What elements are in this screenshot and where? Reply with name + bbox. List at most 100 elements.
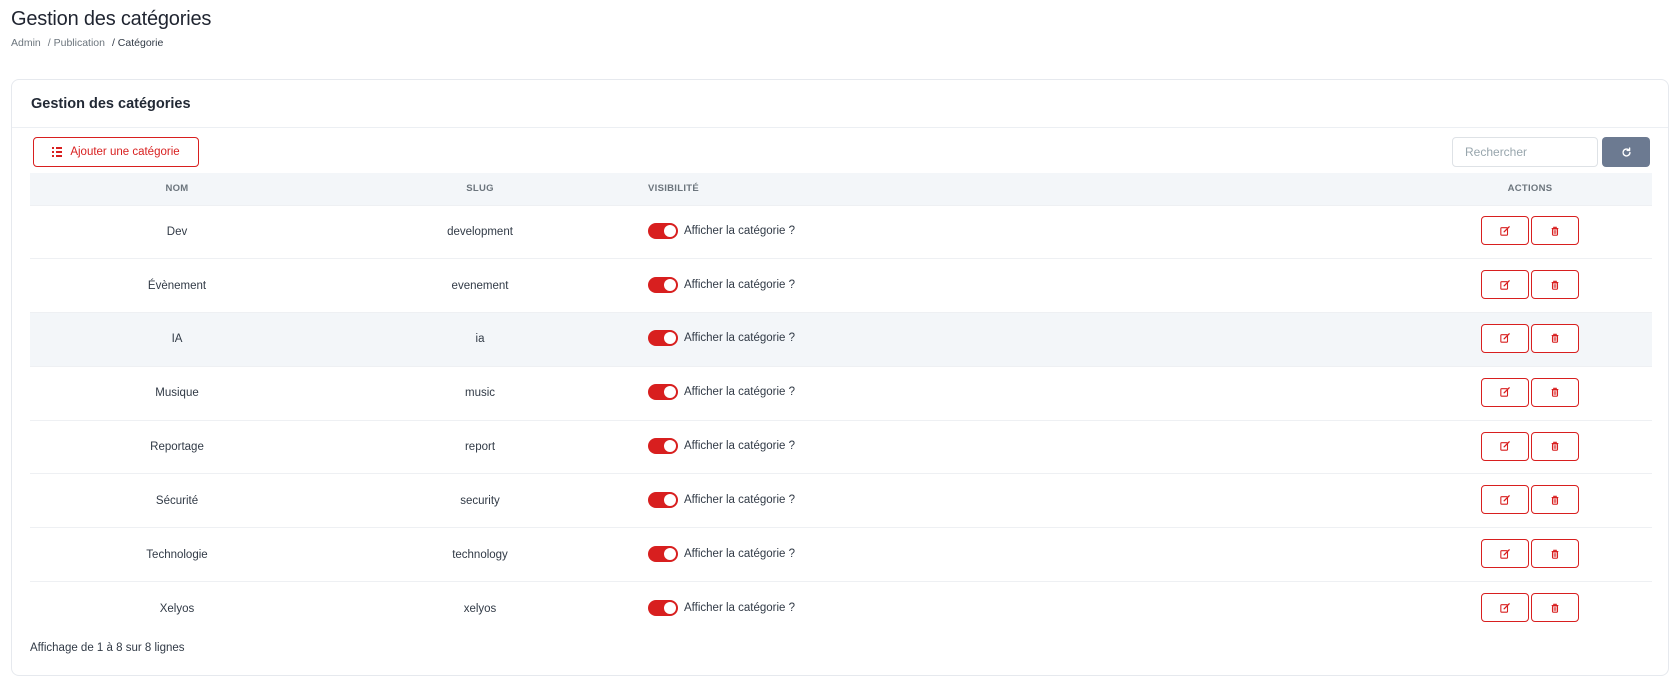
edit-button[interactable]: [1481, 377, 1529, 407]
actions-cell: [1408, 528, 1652, 582]
edit-icon: [1500, 279, 1510, 290]
visibility-toggle[interactable]: [648, 330, 678, 347]
visibility-toggle[interactable]: [648, 438, 678, 455]
visibility-label: Afficher la catégorie ?: [684, 386, 796, 399]
edit-icon: [1500, 387, 1510, 397]
table-header-row: NOM SLUG VISIBILITÉ ACTIONS: [30, 173, 1652, 205]
column-header-visibilite[interactable]: VISIBILITÉ: [636, 173, 1408, 205]
visibility-cell: Afficher la catégorie ?: [636, 528, 1408, 582]
visibility-label: Afficher la catégorie ?: [684, 224, 796, 237]
delete-button[interactable]: [1531, 431, 1579, 461]
refresh-icon: [1621, 146, 1631, 157]
category-slug: music: [464, 387, 496, 400]
delete-button[interactable]: [1531, 270, 1579, 300]
category-slug: report: [464, 441, 496, 454]
delete-button[interactable]: [1531, 485, 1579, 515]
delete-button[interactable]: [1531, 593, 1579, 623]
table-row: Xelyos xelyos Afficher la catégorie ?: [30, 581, 1652, 636]
category-name: Évènement: [147, 279, 207, 292]
edit-button[interactable]: [1481, 593, 1529, 623]
visibility-cell: Afficher la catégorie ?: [636, 205, 1408, 259]
table-row: Reportage report Afficher la catégorie ?: [30, 420, 1652, 474]
category-name: Reportage: [150, 441, 204, 454]
visibility-label: Afficher la catégorie ?: [684, 278, 796, 291]
edit-button[interactable]: [1481, 270, 1529, 300]
page-title: Gestion des catégories: [11, 8, 212, 30]
category-name: Musique: [155, 387, 199, 400]
refresh-button[interactable]: [1602, 137, 1650, 167]
page-header: Gestion des catégories Admin / Publicati…: [11, 8, 211, 49]
edit-icon: [1500, 226, 1510, 236]
edit-icon: [1500, 441, 1510, 451]
table-row: Sécurité security Afficher la catégorie ?: [30, 473, 1652, 528]
column-header-actions: ACTIONS: [1507, 183, 1553, 195]
delete-button[interactable]: [1531, 216, 1579, 246]
actions-cell: [1408, 205, 1652, 259]
delete-button[interactable]: [1531, 323, 1579, 353]
edit-icon: [1500, 333, 1510, 344]
add-category-label: Ajouter une catégorie: [70, 146, 180, 158]
breadcrumb-admin[interactable]: Admin: [11, 37, 41, 49]
visibility-cell: Afficher la catégorie ?: [636, 313, 1408, 367]
visibility-toggle[interactable]: [648, 276, 678, 293]
table-row: IA ia Afficher la catégorie ?: [30, 312, 1652, 367]
visibility-label: Afficher la catégorie ?: [684, 601, 796, 614]
edit-button[interactable]: [1481, 485, 1529, 515]
list-icon: [52, 147, 62, 157]
actions-cell: [1408, 420, 1652, 474]
table-toolbar: Ajouter une catégorie: [33, 137, 1650, 167]
visibility-label: Afficher la catégorie ?: [684, 493, 796, 506]
edit-icon: [1500, 548, 1510, 559]
edit-button[interactable]: [1481, 216, 1529, 246]
category-slug: technology: [452, 548, 508, 561]
search-input[interactable]: [1452, 137, 1598, 167]
categories-table: NOM SLUG VISIBILITÉ ACTIONS Dev developme…: [30, 173, 1652, 635]
category-slug: development: [447, 225, 513, 238]
trash-icon: [1551, 280, 1559, 290]
column-header-slug[interactable]: SLUG: [324, 173, 636, 205]
column-header-nom[interactable]: NOM: [30, 173, 324, 205]
visibility-toggle[interactable]: [648, 599, 678, 616]
edit-button[interactable]: [1481, 539, 1529, 569]
category-slug: xelyos: [463, 602, 497, 615]
edit-icon: [1500, 602, 1510, 613]
delete-button[interactable]: [1531, 539, 1579, 569]
actions-cell: [1408, 474, 1652, 528]
edit-icon: [1500, 495, 1510, 505]
visibility-cell: Afficher la catégorie ?: [636, 582, 1408, 636]
table-row: Musique music Afficher la catégorie ?: [30, 366, 1652, 420]
visibility-toggle[interactable]: [648, 222, 678, 239]
edit-button[interactable]: [1481, 431, 1529, 461]
delete-button[interactable]: [1531, 377, 1579, 407]
visibility-cell: Afficher la catégorie ?: [636, 366, 1408, 420]
category-name: Dev: [166, 225, 188, 238]
breadcrumb-publication[interactable]: / Publication: [48, 37, 105, 49]
category-name: Xelyos: [159, 602, 195, 615]
pagination-info: Affichage de 1 à 8 sur 8 lignes: [30, 642, 185, 654]
trash-icon: [1551, 549, 1559, 559]
categories-card: Gestion des catégories Ajouter une catég…: [11, 79, 1669, 676]
visibility-toggle[interactable]: [648, 545, 678, 562]
table-body: Dev development Afficher la catégorie ? Évè…: [30, 205, 1652, 635]
table-row: Technologie technology Afficher la catégor…: [30, 527, 1652, 582]
visibility-cell: Afficher la catégorie ?: [636, 420, 1408, 474]
category-slug: evenement: [451, 279, 509, 292]
visibility-cell: Afficher la catégorie ?: [636, 259, 1408, 313]
category-slug: ia: [475, 333, 485, 346]
edit-button[interactable]: [1481, 323, 1529, 353]
visibility-toggle[interactable]: [648, 491, 678, 508]
category-name: IA: [171, 333, 183, 346]
card-header: Gestion des catégories: [12, 80, 1668, 128]
card-title: Gestion des catégories: [31, 95, 191, 112]
trash-icon: [1551, 495, 1559, 505]
visibility-label: Afficher la catégorie ?: [684, 440, 796, 453]
actions-cell: [1408, 259, 1652, 313]
visibility-toggle[interactable]: [648, 384, 678, 401]
add-category-button[interactable]: Ajouter une catégorie: [33, 137, 199, 167]
actions-cell: [1408, 366, 1652, 420]
category-slug: security: [460, 494, 500, 507]
trash-icon: [1551, 334, 1559, 344]
trash-icon: [1551, 441, 1559, 451]
breadcrumb-categorie: / Catégorie: [111, 37, 164, 49]
visibility-label: Afficher la catégorie ?: [684, 547, 796, 560]
